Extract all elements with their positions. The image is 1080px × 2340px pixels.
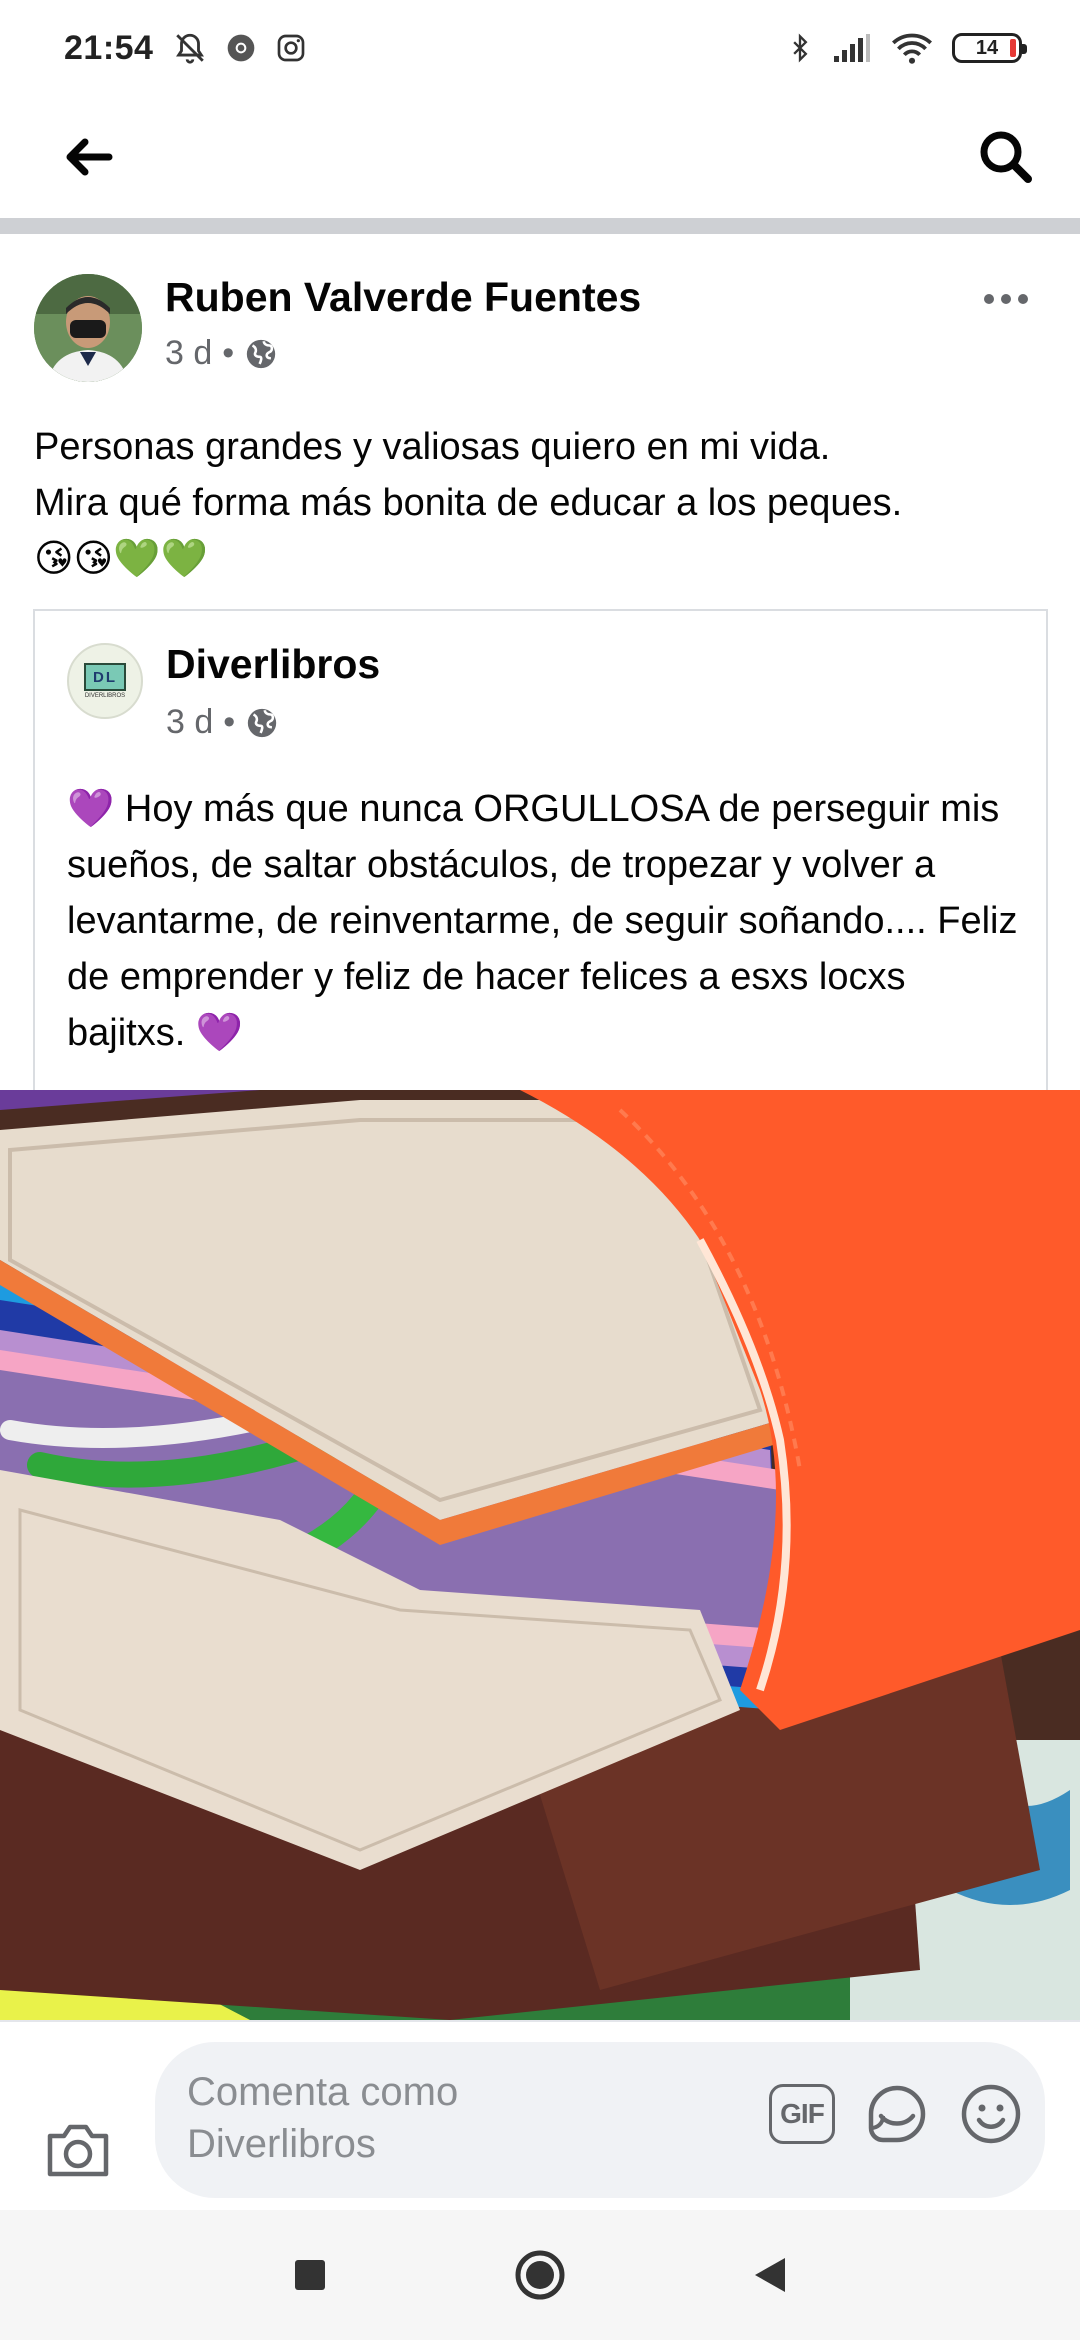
sticker-icon[interactable] <box>863 2080 931 2148</box>
comment-input[interactable]: Comenta como Diverlibros GIF <box>155 2042 1045 2198</box>
post-emojis: 😘😘💚💚 <box>34 538 208 580</box>
comment-placeholder: Comenta como Diverlibros <box>187 2070 459 2166</box>
dot-icon <box>1018 294 1028 304</box>
arrow-left-icon <box>66 138 113 176</box>
camera-icon <box>47 2124 109 2177</box>
dot-icon <box>984 294 994 304</box>
shared-post[interactable]: DL DIVERLIBROS Diverlibros 3 d • 💜 Hoy m… <box>33 609 1048 1119</box>
author-avatar[interactable] <box>34 274 142 382</box>
battery-level: 14 <box>975 36 999 59</box>
post-meta: 3 d • <box>165 334 278 373</box>
felt-books-image <box>0 1090 1080 2020</box>
bluetooth-icon <box>793 33 808 63</box>
shared-meta: 3 d • <box>166 703 279 742</box>
search-icon <box>980 131 1032 183</box>
post-time[interactable]: 3 d <box>165 334 212 373</box>
comment-bar: Comenta como Diverlibros GIF <box>0 2020 1080 2210</box>
post-text-line: Mira qué forma más bonita de educar a lo… <box>34 482 903 524</box>
circle-icon <box>515 2250 565 2300</box>
purple-heart-emoji: 💜 <box>195 1012 244 1054</box>
wifi-icon <box>892 33 932 64</box>
purple-heart-emoji: 💜 <box>67 788 115 830</box>
globe-icon <box>248 708 277 737</box>
emoji-icon[interactable] <box>959 2082 1023 2146</box>
logo-subtext: DIVERLIBROS <box>84 693 126 699</box>
system-nav-bar <box>0 2210 1080 2340</box>
chrome-icon <box>228 34 255 62</box>
page-logo[interactable]: DL DIVERLIBROS <box>67 643 143 719</box>
square-icon <box>295 2260 325 2290</box>
post-text: Personas grandes y valiosas quiero en mi… <box>34 419 1054 587</box>
logo-mark: DL <box>84 663 126 691</box>
gif-button[interactable]: GIF <box>769 2084 835 2144</box>
post-photo[interactable] <box>0 1090 1080 2020</box>
meta-separator: • <box>222 334 235 372</box>
recents-button[interactable] <box>270 2235 350 2315</box>
shared-page-name[interactable]: Diverlibros <box>166 641 380 688</box>
status-time: 21:54 <box>64 28 154 67</box>
back-button[interactable] <box>48 117 128 197</box>
signal-icon <box>834 34 870 62</box>
globe-icon <box>247 339 276 368</box>
app-bar <box>0 96 1080 234</box>
triangle-back-icon <box>755 2258 785 2292</box>
post-header: Ruben Valverde Fuentes 3 d • <box>0 234 1080 394</box>
status-bar: 21:54 14 <box>0 0 1080 96</box>
meta-separator: • <box>223 703 236 741</box>
bell-off-icon <box>176 33 205 64</box>
camera-button[interactable] <box>38 2110 118 2190</box>
more-options-button[interactable] <box>966 274 1046 324</box>
shared-time[interactable]: 3 d <box>166 703 213 742</box>
post: Ruben Valverde Fuentes 3 d • Personas gr… <box>0 234 1080 2020</box>
home-button[interactable] <box>500 2235 580 2315</box>
shared-text: 💜 Hoy más que nunca ORGULLOSA de persegu… <box>67 781 1027 1061</box>
author-name[interactable]: Ruben Valverde Fuentes <box>165 274 641 321</box>
avatar-image <box>34 274 142 382</box>
search-button[interactable] <box>966 117 1046 197</box>
battery-indicator: 14 <box>952 33 1027 63</box>
back-nav-button[interactable] <box>730 2235 810 2315</box>
post-text-line: Personas grandes y valiosas quiero en mi… <box>34 426 831 468</box>
dot-icon <box>1001 294 1011 304</box>
instagram-icon <box>278 34 305 62</box>
